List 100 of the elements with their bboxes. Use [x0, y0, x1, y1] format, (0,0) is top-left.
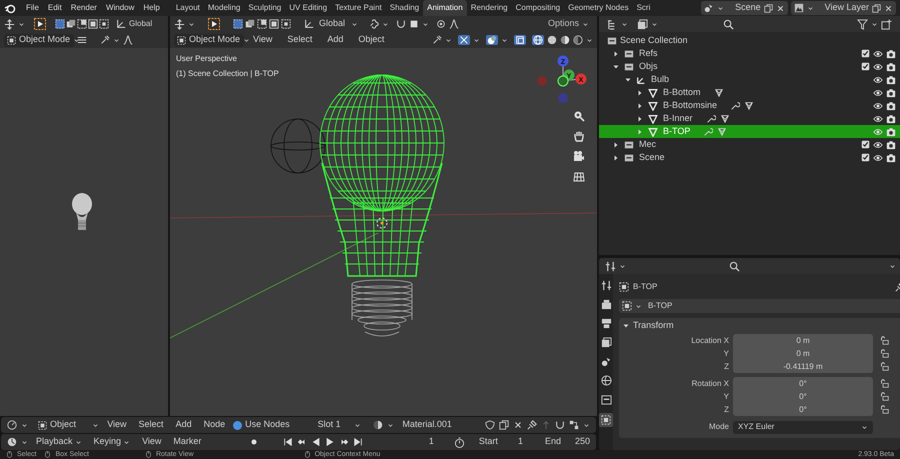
camera-icon[interactable] — [886, 62, 896, 72]
link-icon[interactable] — [369, 19, 380, 29]
view-layer-field[interactable]: View Layer — [790, 1, 896, 15]
select-tool-icon[interactable] — [34, 18, 46, 30]
extend-selection-icon[interactable] — [66, 19, 76, 29]
tree-item[interactable]: B-Bottomsine — [663, 98, 718, 112]
solid-shading-icon[interactable] — [547, 35, 557, 45]
eye-icon[interactable] — [873, 62, 883, 72]
lock-icon[interactable] — [880, 336, 889, 345]
previous-keyframe-icon[interactable] — [297, 437, 308, 447]
menu-item[interactable]: Edit — [44, 2, 65, 14]
workspace-tab[interactable]: UV Editing — [285, 0, 332, 16]
transform-icon[interactable] — [174, 18, 185, 30]
lock-icon[interactable] — [880, 349, 889, 358]
expand-arrow-icon[interactable] — [637, 102, 643, 108]
eye-icon[interactable] — [873, 140, 883, 150]
menu-item[interactable]: View — [103, 418, 131, 432]
options-dropdown[interactable]: Options — [544, 17, 593, 31]
expand-arrow-icon[interactable] — [613, 64, 619, 70]
collection-tab-icon[interactable] — [600, 394, 612, 405]
tree-item[interactable]: B-Inner — [663, 112, 693, 126]
eyedropper-icon[interactable] — [100, 35, 110, 45]
tree-item[interactable]: Objs — [639, 60, 658, 74]
expand-arrow-icon[interactable] — [613, 154, 619, 160]
workspace-tab[interactable]: Modeling — [204, 0, 244, 16]
eye-icon[interactable] — [873, 100, 883, 110]
selected-tree-row[interactable]: B-TOP — [599, 125, 900, 138]
snap-icon[interactable] — [555, 420, 565, 430]
menu-item[interactable]: Keying — [90, 435, 134, 449]
menu-item[interactable]: Select — [281, 33, 318, 47]
close-icon[interactable] — [884, 4, 893, 12]
copy-icon[interactable] — [764, 4, 773, 12]
menu-item[interactable]: Add — [321, 33, 350, 47]
lock-icon[interactable] — [880, 392, 889, 401]
menu-item[interactable]: Select — [134, 418, 168, 432]
subtract-selection-icon[interactable] — [257, 19, 267, 29]
rotation-mode-dropdown[interactable]: XYZ Euler — [733, 420, 873, 434]
number-field[interactable]: 0° — [733, 377, 873, 390]
menu-item[interactable]: Marker — [169, 435, 206, 449]
use-nodes-checkbox[interactable]: Use Nodes — [233, 418, 290, 432]
number-field[interactable]: 0 m — [733, 347, 873, 360]
search-icon[interactable] — [729, 260, 740, 272]
menu-icon[interactable] — [77, 35, 87, 45]
lock-icon[interactable] — [880, 379, 889, 388]
checkbox-indicator[interactable] — [233, 420, 242, 430]
lock-icon[interactable] — [880, 405, 889, 414]
workspace-tab[interactable]: Shading — [386, 0, 424, 16]
menu-item[interactable]: File — [23, 2, 42, 14]
play-icon[interactable] — [325, 437, 336, 447]
copy-icon[interactable] — [872, 4, 881, 12]
workspace-tab[interactable]: Texture Paint — [331, 0, 386, 16]
new-collection-icon[interactable] — [881, 18, 892, 30]
square-icon[interactable] — [409, 19, 420, 29]
checkbox-icon[interactable] — [861, 140, 870, 149]
orientation-label[interactable]: Global — [129, 18, 152, 30]
record-keyframes-icon[interactable] — [249, 437, 260, 447]
menu-item[interactable]: Object — [352, 33, 390, 47]
workspace-tab[interactable]: Rendering — [466, 0, 512, 16]
close-icon[interactable] — [513, 420, 523, 430]
next-keyframe-icon[interactable] — [339, 437, 350, 447]
timeline-editor-icon[interactable] — [7, 437, 17, 447]
number-field[interactable]: 0° — [733, 390, 873, 403]
camera-icon[interactable] — [886, 74, 896, 84]
jump-start-icon[interactable] — [283, 437, 294, 447]
xray-toggle[interactable] — [514, 35, 526, 45]
start-frame-field[interactable]: 1 — [518, 435, 523, 449]
workspace-tab[interactable]: Sculpting — [244, 0, 286, 16]
expand-arrow-icon[interactable] — [637, 116, 643, 122]
checkbox-icon[interactable] — [861, 153, 870, 162]
grid-view-icon[interactable] — [573, 170, 585, 182]
menu-item[interactable]: Window — [102, 2, 138, 14]
tree-item[interactable]: Scene Collection — [620, 34, 688, 48]
current-frame-field[interactable]: 1 — [397, 435, 434, 449]
end-frame-field[interactable]: 250 — [574, 435, 590, 449]
expand-arrow-icon[interactable] — [625, 76, 631, 82]
tree-item[interactable]: Scene — [639, 150, 665, 164]
number-field[interactable]: 0 m — [733, 334, 873, 347]
camera-icon[interactable] — [886, 126, 896, 136]
play-reverse-icon[interactable] — [311, 437, 322, 447]
scene-tab-icon[interactable] — [600, 356, 612, 367]
number-field[interactable]: -0.41119 m — [733, 360, 873, 373]
tree-item[interactable]: Mec — [639, 138, 656, 152]
rendered-shading-icon[interactable] — [573, 35, 583, 45]
zoom-icon[interactable] — [573, 110, 585, 122]
node-tree-icon[interactable] — [569, 420, 579, 430]
editor-type-icon[interactable] — [7, 420, 17, 430]
orientation-dropdown[interactable]: Global — [317, 17, 360, 31]
tree-item[interactable]: B-Bottom — [663, 86, 701, 100]
material-preview-icon[interactable] — [560, 35, 570, 45]
workspace-tab[interactable]: Scri — [632, 0, 654, 16]
panel-header[interactable]: Transform — [619, 318, 900, 334]
fake-user-shield-icon[interactable] — [485, 420, 495, 430]
overlay-toggle[interactable] — [486, 35, 498, 45]
eye-icon[interactable] — [873, 114, 883, 124]
expand-arrow-icon[interactable] — [637, 90, 643, 96]
menu-item[interactable]: Playback — [32, 435, 86, 449]
extend-selection-icon[interactable] — [245, 19, 255, 29]
camera-icon[interactable] — [886, 114, 896, 124]
transform-icon[interactable] — [4, 18, 15, 30]
camera-icon[interactable] — [886, 152, 896, 162]
